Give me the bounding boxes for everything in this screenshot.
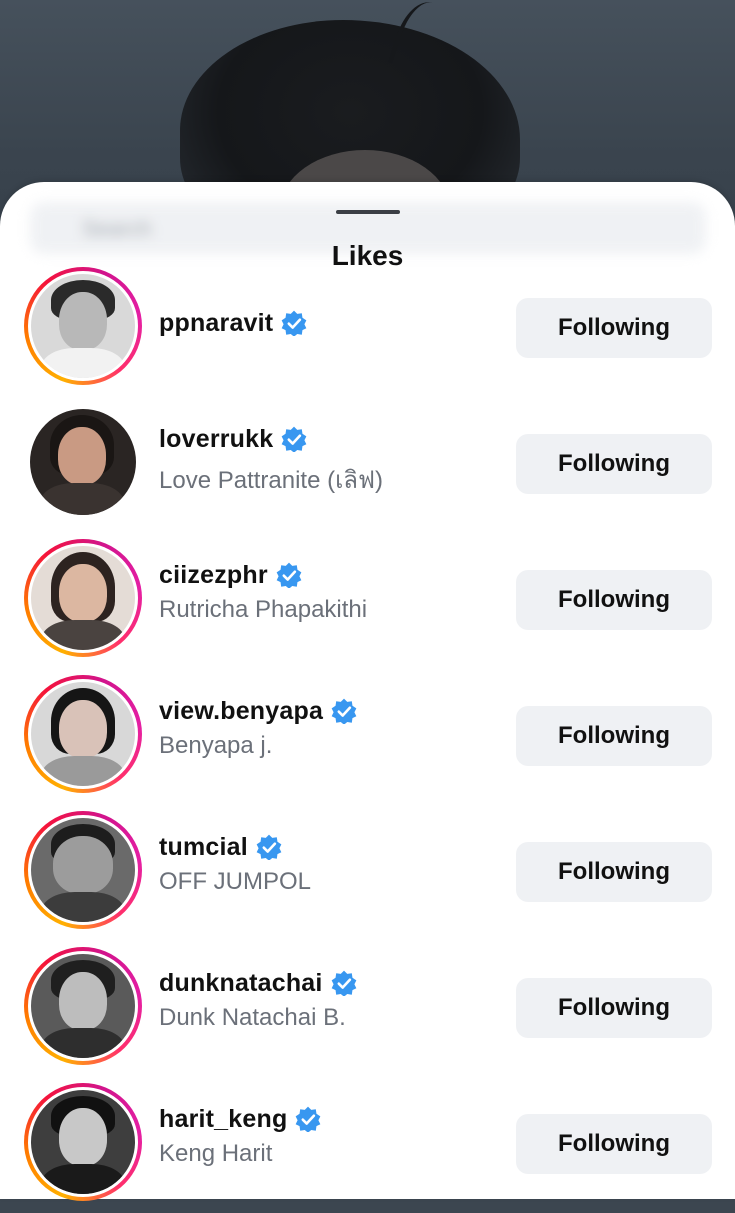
user-names: ppnaravit (159, 305, 307, 341)
avatar[interactable] (31, 1090, 135, 1194)
full-name: Keng Harit (159, 1140, 273, 1167)
likes-bottom-sheet: Search Likes ppnaravit Following loverru… (0, 182, 735, 1201)
list-item[interactable]: ciizezphr Rutricha Phapakithi Following (0, 539, 735, 669)
avatar[interactable] (31, 954, 135, 1058)
list-item[interactable]: tumcial OFF JUMPOL Following (0, 811, 735, 941)
username[interactable]: view.benyapa (159, 697, 323, 726)
verified-badge-icon (281, 310, 307, 336)
verified-badge-icon (331, 698, 357, 724)
user-names: loverrukk Love Pattranite (เลิฟ) (159, 421, 383, 499)
following-button[interactable]: Following (516, 434, 712, 494)
story-ring[interactable] (24, 947, 142, 1065)
list-item[interactable]: dunknatachai Dunk Natachai B. Following (0, 947, 735, 1077)
avatar[interactable] (31, 274, 135, 378)
verified-badge-icon (296, 1106, 321, 1132)
verified-badge-icon (282, 426, 307, 452)
username[interactable]: tumcial (159, 833, 248, 862)
avatar[interactable] (31, 546, 135, 650)
full-name: Love Pattranite (เลิฟ) (159, 467, 383, 494)
story-ring[interactable] (24, 1083, 142, 1201)
avatar[interactable] (30, 409, 136, 515)
full-name: Benyapa j. (159, 732, 273, 759)
verified-badge-icon (331, 970, 356, 996)
story-ring[interactable] (24, 267, 142, 385)
user-names: dunknatachai Dunk Natachai B. (159, 965, 357, 1032)
username[interactable]: ciizezphr (159, 561, 268, 590)
list-item[interactable]: loverrukk Love Pattranite (เลิฟ) Followi… (0, 403, 735, 533)
full-name: Rutricha Phapakithi (159, 596, 368, 623)
username[interactable]: ppnaravit (159, 309, 273, 338)
list-item[interactable]: ppnaravit Following (0, 267, 735, 397)
user-names: harit_keng Keng Harit (159, 1101, 321, 1168)
story-ring[interactable] (24, 675, 142, 793)
username[interactable]: harit_keng (159, 1105, 287, 1134)
story-ring[interactable] (24, 539, 142, 657)
list-item[interactable]: view.benyapa Benyapa j. Following (0, 675, 735, 805)
following-button[interactable]: Following (516, 298, 712, 358)
username[interactable]: dunknatachai (159, 969, 323, 998)
following-button[interactable]: Following (516, 842, 712, 902)
following-button[interactable]: Following (516, 706, 712, 766)
list-item[interactable]: harit_keng Keng Harit Following (0, 1083, 735, 1213)
search-placeholder: Search (82, 216, 152, 241)
following-button[interactable]: Following (516, 978, 712, 1038)
sheet-drag-handle[interactable] (336, 210, 400, 214)
username[interactable]: loverrukk (159, 425, 273, 454)
following-button[interactable]: Following (516, 1114, 712, 1174)
avatar-frame (24, 403, 142, 521)
full-name: Dunk Natachai B. (159, 1004, 346, 1031)
user-names: view.benyapa Benyapa j. (159, 693, 357, 760)
verified-badge-icon (256, 834, 282, 860)
avatar[interactable] (31, 818, 135, 922)
story-ring[interactable] (24, 811, 142, 929)
avatar[interactable] (31, 682, 135, 786)
user-names: ciizezphr Rutricha Phapakithi (159, 557, 367, 624)
full-name: OFF JUMPOL (159, 868, 312, 895)
verified-badge-icon (276, 562, 302, 588)
user-names: tumcial OFF JUMPOL (159, 829, 311, 896)
following-button[interactable]: Following (516, 570, 712, 630)
